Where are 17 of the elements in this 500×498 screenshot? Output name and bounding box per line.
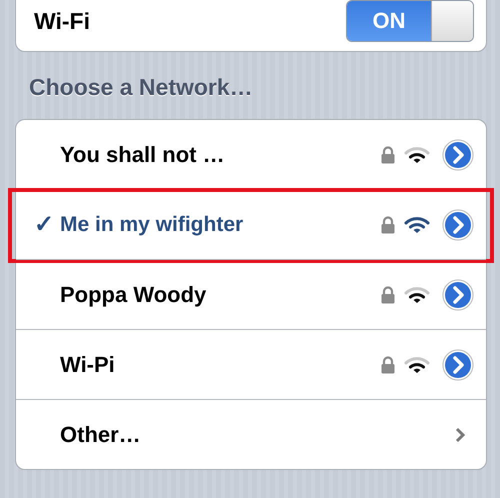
wifi-label: Wi-Fi [34,8,91,34]
section-header: Choose a Network… [28,73,254,102]
other-row[interactable]: Other… [16,399,486,469]
network-row[interactable]: Wi-Pi [16,329,486,399]
network-row[interactable]: Poppa Woody [16,259,486,329]
chevron-icon [454,426,466,444]
wifi-signal-icon [404,356,430,374]
checkmark-icon: ✓ [34,211,54,238]
detail-disclosure-button[interactable] [442,348,474,380]
wifi-signal-icon [404,216,430,234]
network-row[interactable]: ✓ Me in my wifighter [16,189,486,259]
detail-disclosure-button[interactable] [442,208,474,240]
wifi-signal-icon [404,286,430,304]
detail-disclosure-button[interactable] [442,138,474,170]
detail-disclosure-button[interactable] [442,278,474,310]
network-row[interactable]: You shall not … [16,120,486,189]
wifi-signal-icon [404,146,430,164]
